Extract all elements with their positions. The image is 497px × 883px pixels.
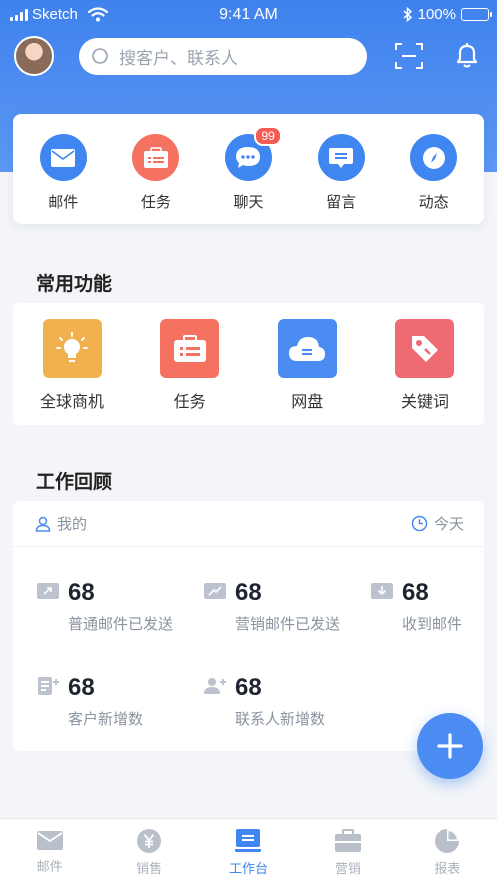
bell-icon[interactable]	[452, 40, 482, 70]
quick-action-task[interactable]: 任务	[116, 114, 196, 224]
common-functions-title: 常用功能	[36, 274, 113, 295]
stat-label: 普通邮件已发送	[68, 616, 174, 633]
scope-label: 我的	[57, 516, 88, 533]
stat-value: 68	[235, 579, 262, 606]
stat-value: 68	[68, 674, 95, 701]
user-icon	[35, 516, 51, 532]
function-task[interactable]: 任务	[135, 303, 245, 425]
status-bar: Sketch 9:41 AM 100%	[0, 0, 497, 30]
stat-value: 68	[402, 579, 429, 606]
quick-actions-card: 邮件 任务 99 聊天 留言 动态	[13, 114, 484, 224]
tab-label: 工作台	[228, 861, 268, 876]
function-label: 任务	[173, 394, 206, 411]
add-button[interactable]	[417, 713, 483, 779]
tab-bar: 邮件 销售 工作台 营销 报表	[0, 818, 497, 883]
pie-chart-icon	[435, 829, 460, 853]
quick-action-message[interactable]: 留言	[301, 114, 381, 224]
work-review-card: 我的 今天 68 普通邮件已发送 68 营销邮件已发送 68 收到邮件 68 客…	[13, 501, 484, 751]
search-input[interactable]: 搜客户、联系人	[79, 38, 367, 75]
period-label: 今天	[433, 516, 464, 533]
stat-label: 营销邮件已发送	[235, 616, 341, 633]
function-cloud-drive[interactable]: 网盘	[252, 303, 362, 425]
quick-action-label: 动态	[418, 194, 449, 211]
status-right: 100%	[403, 6, 492, 23]
function-label: 全球商机	[39, 394, 104, 411]
quick-action-label: 任务	[140, 194, 171, 211]
function-label: 关键词	[400, 394, 449, 411]
work-review-title: 工作回顾	[36, 472, 113, 493]
tab-workbench[interactable]: 工作台	[203, 819, 293, 883]
contact-add-icon	[204, 678, 226, 694]
mail-sent-icon	[37, 583, 59, 599]
tab-sales[interactable]: 销售	[104, 819, 194, 883]
cloud-icon	[277, 319, 337, 378]
stat-label: 联系人新增数	[235, 711, 326, 728]
scope-filter[interactable]: 我的	[35, 513, 87, 534]
quick-action-label: 留言	[326, 194, 357, 211]
work-review-filter-bar: 我的 今天	[13, 501, 484, 547]
function-label: 网盘	[291, 394, 324, 411]
quick-action-label: 聊天	[233, 194, 264, 211]
tab-mail[interactable]: 邮件	[5, 819, 95, 883]
function-keyword[interactable]: 关键词	[370, 303, 480, 425]
stat-label: 客户新增数	[68, 711, 144, 728]
compass-icon	[410, 134, 458, 181]
function-global-opportunity[interactable]: 全球商机	[17, 303, 127, 425]
avatar[interactable]	[14, 36, 54, 76]
tab-marketing[interactable]: 营销	[303, 819, 393, 883]
plus-icon	[437, 733, 463, 759]
tab-label: 报表	[434, 861, 461, 876]
quick-action-mail[interactable]: 邮件	[23, 114, 103, 224]
clock-icon	[411, 515, 428, 532]
mail-icon	[39, 134, 87, 181]
mail-icon	[36, 831, 63, 850]
lightbulb-icon	[42, 319, 102, 378]
workbench-icon	[235, 829, 262, 852]
battery-percent: 100%	[417, 6, 456, 23]
tab-label: 营销	[334, 861, 361, 876]
marketing-mail-icon	[204, 583, 226, 599]
briefcase-icon	[334, 829, 361, 852]
search-icon	[92, 47, 108, 64]
mail-received-icon	[371, 583, 393, 599]
quick-action-label: 邮件	[48, 194, 79, 211]
bluetooth-icon	[403, 7, 412, 22]
tab-label: 邮件	[36, 859, 63, 874]
top-bar: 搜客户、联系人	[0, 34, 497, 78]
quick-action-chat[interactable]: 99 聊天	[208, 114, 288, 224]
quick-action-feed[interactable]: 动态	[394, 114, 474, 224]
customer-add-icon	[38, 677, 59, 695]
yen-icon	[137, 829, 162, 853]
tab-reports[interactable]: 报表	[402, 819, 492, 883]
task-icon	[160, 319, 220, 378]
tag-icon	[395, 319, 455, 378]
period-filter[interactable]: 今天	[411, 513, 464, 534]
search-placeholder: 搜客户、联系人	[119, 49, 238, 68]
common-functions-card: 全球商机 任务 网盘 关键词	[13, 303, 484, 425]
scan-icon[interactable]	[394, 42, 424, 70]
stat-value: 68	[68, 579, 95, 606]
message-icon	[317, 134, 365, 181]
task-icon	[132, 134, 180, 181]
stat-value: 68	[235, 674, 262, 701]
battery-icon	[461, 8, 492, 21]
unread-badge: 99	[254, 126, 282, 146]
stat-label: 收到邮件	[402, 616, 463, 633]
tab-label: 销售	[136, 861, 163, 876]
